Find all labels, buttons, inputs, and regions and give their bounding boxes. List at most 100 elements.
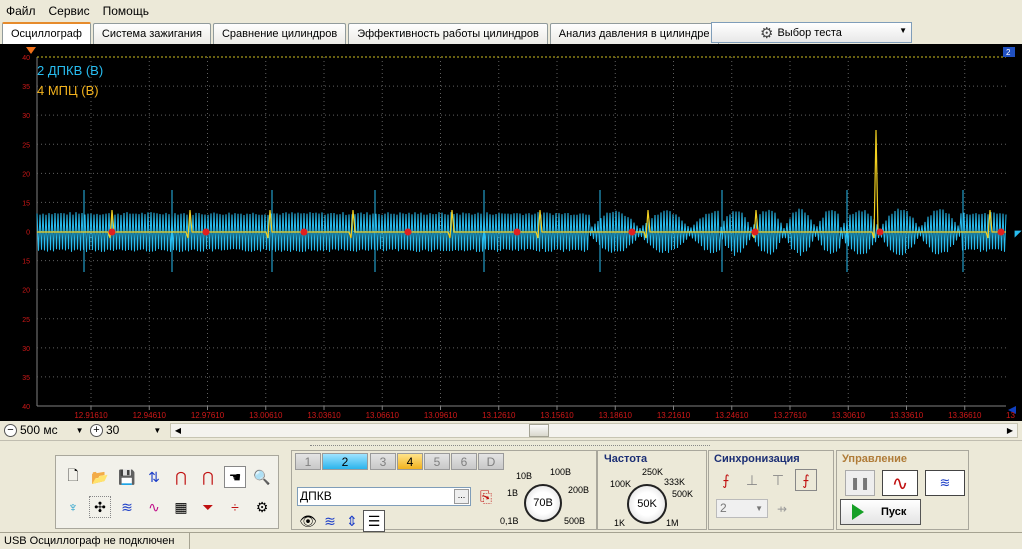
level-marker[interactable] — [1011, 227, 1022, 238]
menu-bar: Файл Сервис Помощь — [0, 0, 1022, 21]
divide-icon[interactable]: ÷ — [224, 496, 246, 518]
frequency-title: Частота — [604, 453, 648, 465]
menu-service[interactable]: Сервис — [43, 4, 97, 18]
channel-button-d[interactable]: D — [478, 453, 504, 470]
voltage-knob-value: 70В — [533, 497, 553, 509]
channel-button-3[interactable]: 3 — [370, 453, 396, 470]
invert-wave-icon[interactable]: ≋ — [319, 510, 341, 532]
x-tick-label: 13.27610 — [773, 411, 807, 420]
menu-help[interactable]: Помощь — [97, 4, 156, 18]
chevron-down-icon: ▼ — [755, 504, 763, 513]
x-tick-label: 13.36610 — [948, 411, 982, 420]
x-tick-label: 13.18610 — [599, 411, 633, 420]
table-icon[interactable]: ▦ — [170, 496, 192, 518]
channel-button-1[interactable]: 1 — [295, 453, 321, 470]
horizontal-scrollbar[interactable]: ◀ ▶ — [170, 423, 1018, 438]
start-button[interactable]: Пуск — [840, 499, 921, 525]
wave-compare-icon[interactable]: ∿ — [143, 496, 165, 518]
x-tick-label: 13.03610 — [307, 411, 341, 420]
control-title: Управление — [842, 453, 908, 465]
auto-gear-icon[interactable]: ⚙ — [251, 496, 273, 518]
legend-dpkv: 2 ДПКВ (В) — [37, 63, 104, 78]
channel-button-5[interactable]: 5 — [424, 453, 450, 470]
ellipsis-icon[interactable]: ... — [454, 489, 469, 504]
zoom-icon[interactable]: 🔍 — [251, 466, 273, 488]
move-vertical-icon[interactable]: ⇕ — [341, 510, 363, 532]
tab-cylinder-efficiency[interactable]: Эффективность работы цилиндров — [348, 23, 548, 44]
voltage-knob[interactable]: 70В — [524, 484, 562, 522]
play-icon — [852, 504, 864, 520]
channel-settings-icon[interactable]: ⎘ — [475, 486, 497, 508]
trigger-marker[interactable] — [26, 47, 36, 54]
save-icon[interactable]: 💾 — [116, 466, 138, 488]
splitter[interactable] — [310, 441, 710, 446]
waveform-plot[interactable]: 40 35 30 25 20 15 0 15 20 25 30 35 40 12.91610 12.946… — [0, 44, 1022, 424]
tab-pressure-analysis[interactable]: Анализ давления в цилиндре — [549, 23, 719, 44]
falling-edge-down-icon[interactable]: ⊤ — [767, 469, 789, 491]
axis-icon[interactable]: ⇅ — [143, 466, 165, 488]
chevron-down-icon[interactable]: ▼ — [76, 426, 84, 435]
probe-icon[interactable]: ♆ — [62, 496, 84, 518]
pause-icon[interactable]: ❚❚ — [845, 470, 875, 496]
tooth-marker — [513, 228, 521, 236]
freq-label-333k: 333K — [664, 477, 686, 487]
filter-icon[interactable]: ⏷ — [197, 496, 219, 518]
channel-button-6[interactable]: 6 — [451, 453, 477, 470]
y-tick-label: 40 — [22, 55, 30, 62]
test-select[interactable]: ⚙ Выбор теста ▼ — [711, 22, 912, 43]
minus-icon[interactable]: − — [4, 423, 17, 437]
chevron-down-icon[interactable]: ▼ — [153, 426, 161, 435]
tab-oscilloscope[interactable]: Осциллограф — [2, 22, 91, 44]
channel-button-2[interactable]: 2 — [322, 453, 368, 470]
open-folder-icon[interactable]: 📂 — [89, 466, 111, 488]
frequency-knob[interactable]: 50K — [627, 484, 667, 524]
voltage-label-10v: 10В — [516, 471, 533, 481]
y-tick-label: 0 — [26, 230, 30, 237]
legend-mpc: 4 МПЦ (В) — [37, 83, 99, 98]
zoom-control[interactable]: + 30 ▼ — [90, 422, 161, 438]
x-tick-label: 12.91610 — [74, 411, 108, 420]
rising-edge-icon[interactable]: ⨍ — [715, 469, 737, 491]
auto-sync-icon[interactable]: ⨍ — [795, 469, 817, 491]
sync-arrows-icon[interactable]: ⇸ — [771, 498, 793, 520]
voltage-label-1v: 1В — [507, 488, 519, 498]
sync-channel-select[interactable]: 2 ▼ — [716, 499, 768, 518]
new-file-icon[interactable]: 🗋 — [62, 466, 84, 488]
sine-wave-icon[interactable]: ∿ — [882, 470, 918, 496]
channel-button-4[interactable]: 4 — [397, 453, 423, 470]
x-tick-label: 12.97610 — [191, 411, 225, 420]
plus-icon[interactable]: + — [90, 423, 103, 437]
tooth-marker — [202, 228, 210, 236]
voltage-label-500v: 500В — [564, 516, 586, 526]
freq-label-500k: 500K — [672, 489, 694, 499]
tab-cylinder-compare[interactable]: Сравнение цилиндров — [212, 23, 347, 44]
time-scale-control[interactable]: − 500 мс ▼ — [4, 422, 84, 438]
falling-edge-up-icon[interactable]: ⊥ — [741, 469, 763, 491]
menu-file[interactable]: Файл — [0, 4, 43, 18]
y-tick-label: 20 — [22, 288, 30, 295]
control-panel: 🗋 📂 💾 ⇅ ⋂ ⋂ ☚ 🔍 ♆ ✣ ≋ ∿ ▦ ⏷ ÷ ⚙ 1 2 3 4 … — [0, 440, 1022, 532]
frequency-group: Частота 100K 250K 333K 500K 1K 1M 50K — [597, 450, 707, 530]
freq-label-1k: 1K — [614, 518, 626, 528]
hand-icon[interactable]: ☚ — [224, 466, 246, 488]
status-bar: USB Осциллограф не подключен — [0, 532, 1022, 549]
multi-wave-icon[interactable]: ≋ — [925, 470, 965, 496]
y-tick-label: 15 — [22, 200, 30, 207]
channel-name-field[interactable]: ДПКВ ... — [297, 487, 471, 506]
wave-multi-icon[interactable]: ≋ — [116, 496, 138, 518]
scroll-thumb[interactable] — [529, 424, 549, 437]
pulse-icon[interactable]: ⋂ — [170, 466, 192, 488]
channel-tools: 👁 ≋ ⇕ ☰ — [297, 510, 392, 532]
eye-icon[interactable]: 👁 — [297, 510, 319, 532]
grid-lines-icon[interactable]: ☰ — [363, 510, 385, 532]
x-tick-label: 13.33610 — [890, 411, 924, 420]
tab-ignition[interactable]: Система зажигания — [92, 23, 211, 44]
tooth-marker — [997, 228, 1005, 236]
oscilloscope-screen[interactable]: 40 35 30 25 20 15 0 15 20 25 30 35 40 12.91610 12.946… — [0, 44, 1022, 424]
scroll-right-icon[interactable]: ▶ — [1003, 424, 1017, 437]
auto-pulse-icon[interactable]: ⋂ — [197, 466, 219, 488]
cross-cursor-icon[interactable]: ✣ — [89, 496, 111, 518]
end-marker-label: 13 — [1006, 411, 1015, 420]
scroll-left-icon[interactable]: ◀ — [171, 424, 185, 437]
scale-row: − 500 мс ▼ + 30 ▼ ◀ ▶ — [0, 421, 1022, 439]
